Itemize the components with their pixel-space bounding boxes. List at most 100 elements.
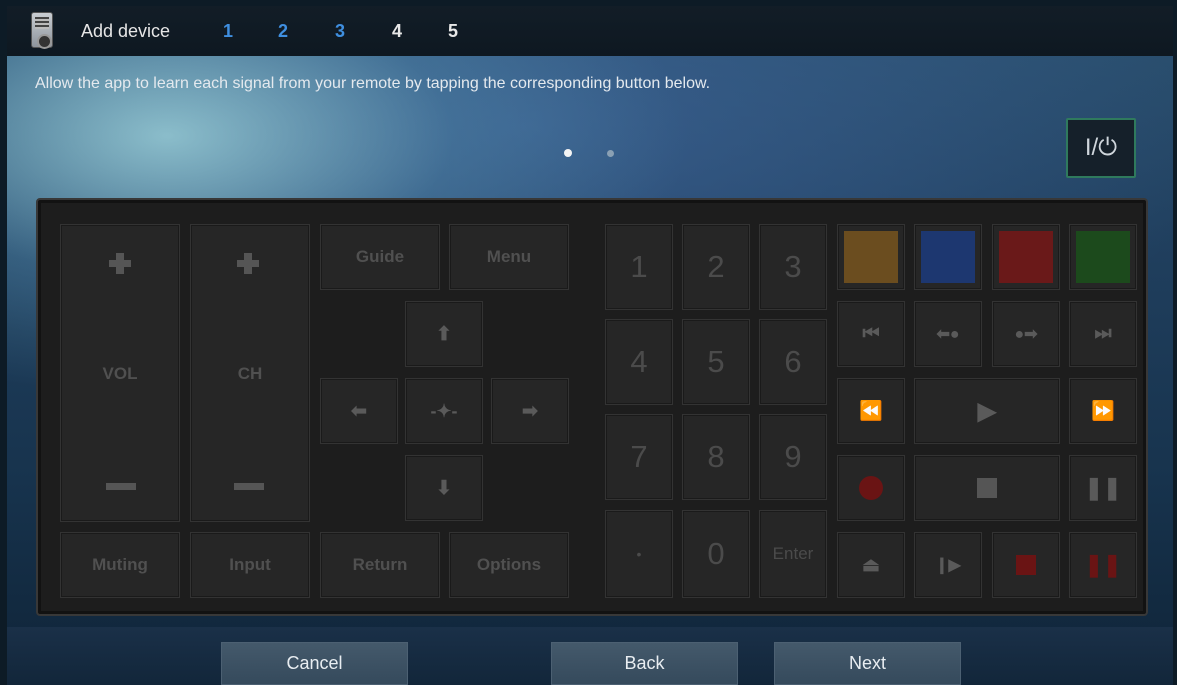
color-key-yellow[interactable]: [837, 224, 905, 290]
digit-label: 7: [630, 439, 648, 474]
digit-label: 8: [707, 439, 725, 474]
dot-button[interactable]: •: [605, 510, 673, 598]
arrow-up-icon: ⬆: [436, 323, 452, 345]
back-label: Back: [624, 653, 665, 673]
ch-down-button[interactable]: [191, 455, 309, 521]
next-button[interactable]: Next: [774, 642, 961, 685]
digit-5-button[interactable]: 5: [682, 319, 750, 405]
plus-icon-v: [116, 253, 124, 274]
page-indicator-2[interactable]: [607, 150, 614, 157]
slow-play-icon: ❙▶: [935, 557, 961, 574]
ok-button[interactable]: -✦-: [405, 378, 483, 444]
vol-down-button[interactable]: [61, 455, 179, 521]
digit-label: 0: [707, 536, 725, 571]
return-label: Return: [352, 555, 408, 574]
step-2: 2: [278, 21, 289, 41]
power-button[interactable]: I/⏻: [1066, 118, 1136, 178]
advance-button[interactable]: ●➡: [992, 301, 1060, 367]
red-stop-icon: [1016, 555, 1036, 575]
digit-label: 6: [784, 344, 802, 379]
instruction-text: Allow the app to learn each signal from …: [35, 75, 711, 92]
return-button[interactable]: Return: [320, 532, 440, 598]
arrow-right-icon: ➡: [522, 400, 538, 422]
color-key-blue[interactable]: [914, 224, 982, 290]
digit-7-button[interactable]: 7: [605, 414, 673, 500]
app-window: Add device 1 2 3 4 5 Allow the app to le…: [7, 6, 1173, 685]
ch-up-button[interactable]: [191, 225, 309, 315]
skip-previous-button[interactable]: ⏮: [837, 301, 905, 367]
page-title: Add device: [81, 21, 171, 41]
enter-button[interactable]: Enter: [759, 510, 827, 598]
remote-panel: VOL CH Guide Menu ⬆ ⬅ -✦- ➡ ⬇ Muting Inp…: [36, 198, 1148, 616]
blue-swatch: [921, 231, 975, 283]
eject-icon: ⏏: [862, 554, 880, 576]
digit-1-button[interactable]: 1: [605, 224, 673, 310]
muting-button[interactable]: Muting: [60, 532, 180, 598]
digit-label: 4: [630, 344, 648, 379]
back-button[interactable]: Back: [551, 642, 738, 685]
ch-label: CH: [237, 364, 263, 383]
arrow-left-icon: ⬅: [351, 400, 367, 422]
menu-button[interactable]: Menu: [449, 224, 569, 290]
next-label: Next: [848, 653, 886, 673]
dot-label: •: [636, 546, 642, 562]
crosshair-icon: -✦-: [430, 400, 458, 421]
record-icon: [859, 476, 883, 500]
rec-stop-button[interactable]: [992, 532, 1060, 598]
options-label: Options: [476, 555, 542, 574]
vol-key: VOL: [60, 224, 180, 522]
play-icon: ▶: [977, 397, 997, 425]
digit-4-button[interactable]: 4: [605, 319, 673, 405]
options-button[interactable]: Options: [449, 532, 569, 598]
rec-pause-button[interactable]: ❚❚: [1069, 532, 1137, 598]
digit-label: 9: [784, 439, 802, 474]
enter-label: Enter: [772, 544, 814, 563]
replay-button[interactable]: ⬅●: [914, 301, 982, 367]
skip-previous-icon: ⏮: [862, 323, 880, 344]
right-button[interactable]: ➡: [491, 378, 569, 444]
step-1: 1: [223, 21, 234, 41]
up-button[interactable]: ⬆: [405, 301, 483, 367]
digit-8-button[interactable]: 8: [682, 414, 750, 500]
page-indicator-1[interactable]: [564, 149, 572, 157]
digit-3-button[interactable]: 3: [759, 224, 827, 310]
rewind-button[interactable]: ⏪: [837, 378, 905, 444]
record-button[interactable]: [837, 455, 905, 521]
guide-button[interactable]: Guide: [320, 224, 440, 290]
input-button[interactable]: Input: [190, 532, 310, 598]
input-label: Input: [229, 555, 271, 574]
skip-next-icon: ⏭: [1094, 323, 1112, 344]
slow-play-button[interactable]: ❙▶: [914, 532, 982, 598]
eject-button[interactable]: ⏏: [837, 532, 905, 598]
digit-6-button[interactable]: 6: [759, 319, 827, 405]
digit-0-button[interactable]: 0: [682, 510, 750, 598]
title-bar: Add device 1 2 3 4 5: [7, 6, 1173, 56]
digit-label: 5: [707, 344, 725, 379]
cancel-button[interactable]: Cancel: [221, 642, 408, 685]
play-button[interactable]: ▶: [914, 378, 1060, 444]
fast-forward-icon: ⏩: [1091, 401, 1115, 422]
color-key-red[interactable]: [992, 224, 1060, 290]
digit-9-button[interactable]: 9: [759, 414, 827, 500]
remote-app-icon: [31, 12, 53, 49]
step-5: 5: [448, 21, 459, 41]
muting-label: Muting: [92, 555, 148, 574]
minus-icon: [106, 483, 136, 490]
cancel-label: Cancel: [286, 653, 343, 673]
skip-next-button[interactable]: ⏭: [1069, 301, 1137, 367]
vol-up-button[interactable]: [61, 225, 179, 315]
down-button[interactable]: ⬇: [405, 455, 483, 521]
color-key-green[interactable]: [1069, 224, 1137, 290]
pause-button[interactable]: ❚❚: [1069, 455, 1137, 521]
replay-icon: ⬅●: [936, 326, 960, 343]
left-button[interactable]: ⬅: [320, 378, 398, 444]
step-4: 4: [392, 21, 403, 41]
fast-forward-button[interactable]: ⏩: [1069, 378, 1137, 444]
green-swatch: [1076, 231, 1130, 283]
arrow-down-icon: ⬇: [436, 477, 452, 499]
digit-2-button[interactable]: 2: [682, 224, 750, 310]
stop-button[interactable]: [914, 455, 1060, 521]
guide-label: Guide: [355, 247, 405, 266]
red-swatch: [999, 231, 1053, 283]
yellow-swatch: [844, 231, 898, 283]
